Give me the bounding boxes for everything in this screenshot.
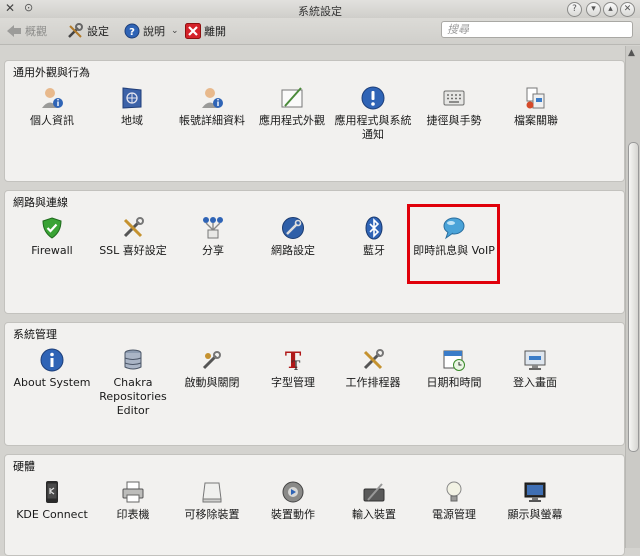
help-icon: ?: [124, 23, 140, 39]
info-icon: [40, 348, 64, 372]
monitor-icon: [524, 482, 546, 502]
input-device-icon: [363, 483, 385, 502]
startup-tools-icon: [202, 351, 221, 370]
module-about-system[interactable]: About System: [10, 348, 94, 390]
module-personal-info[interactable]: 個人資訊: [10, 86, 94, 128]
settings-button[interactable]: 設定: [66, 22, 109, 40]
module-date-time[interactable]: 日期和時間: [412, 348, 496, 390]
back-arrow-icon: [7, 25, 21, 37]
user-info-icon: [42, 88, 63, 108]
module-sharing[interactable]: 分享: [171, 216, 255, 258]
keyboard-icon: [443, 90, 465, 106]
scroll-up-icon[interactable]: ▲: [628, 48, 635, 58]
module-bluetooth[interactable]: 藍牙: [332, 216, 416, 258]
removable-drive-icon: [202, 482, 222, 503]
quit-icon: [185, 23, 201, 39]
title-bar: ✕ ⊙ 系統設定 ? ▾ ▴ ✕: [0, 0, 640, 18]
module-input-devices[interactable]: 輸入裝置: [332, 480, 416, 522]
module-network-settings[interactable]: 網路設定: [251, 216, 335, 258]
user-account-icon: [202, 88, 223, 108]
back-button[interactable]: 概觀: [6, 22, 47, 40]
notification-icon: [361, 86, 385, 110]
module-ssl[interactable]: SSL 喜好設定: [91, 216, 175, 258]
module-kde-connect[interactable]: KDE Connect: [10, 480, 94, 522]
file-association-icon: [526, 87, 545, 109]
flag-icon: [122, 87, 142, 109]
network-settings-icon: [282, 217, 304, 239]
ssl-tools-icon: [123, 217, 144, 238]
appearance-icon: [281, 87, 303, 108]
section-title: 系統管理: [13, 328, 57, 341]
module-shortcuts[interactable]: 捷徑與手勢: [412, 86, 496, 128]
section-title: 網路與連線: [13, 196, 68, 209]
svg-text:?: ?: [129, 27, 135, 38]
module-notifications[interactable]: 應用程式與系統通知: [331, 86, 415, 142]
module-font-management[interactable]: T T 字型管理: [251, 348, 335, 390]
device-actions-icon: [282, 481, 304, 503]
module-device-actions[interactable]: 裝置動作: [251, 480, 335, 522]
minimize-button[interactable]: ▾: [586, 2, 601, 17]
task-scheduler-icon: [363, 349, 384, 370]
module-file-associations[interactable]: 檔案關聯: [494, 86, 578, 128]
module-task-scheduler[interactable]: 工作排程器: [331, 348, 415, 390]
login-screen-icon: [524, 350, 546, 370]
section-title: 通用外觀與行為: [13, 66, 90, 79]
printer-icon: [122, 481, 144, 503]
network-share-icon: [203, 217, 223, 239]
bluetooth-icon: [365, 216, 383, 240]
vertical-scrollbar[interactable]: ▲: [625, 46, 640, 548]
search-input[interactable]: [441, 21, 633, 38]
module-startup-shutdown[interactable]: 啟動與關閉: [170, 348, 254, 390]
close-window-button[interactable]: ✕: [620, 2, 635, 17]
module-display-monitor[interactable]: 顯示與螢幕: [493, 480, 577, 522]
configure-tools-icon: [68, 23, 83, 38]
calendar-clock-icon: [443, 350, 465, 371]
module-region[interactable]: 地域: [90, 86, 174, 128]
module-chakra-repositories[interactable]: Chakra Repositories Editor: [91, 348, 175, 418]
maximize-button[interactable]: ▴: [603, 2, 618, 17]
section-title: 硬體: [13, 460, 35, 473]
module-app-appearance[interactable]: 應用程式外觀: [250, 86, 334, 128]
help-button[interactable]: ? 說明 ⌄: [124, 22, 179, 40]
font-icon: T T: [285, 348, 302, 372]
phone-icon: [46, 481, 58, 503]
module-account-details[interactable]: 帳號詳細資料: [170, 86, 254, 128]
help-window-button[interactable]: ?: [567, 2, 582, 17]
help-dropdown-icon[interactable]: ⌄: [171, 26, 179, 36]
quit-button[interactable]: 離開: [185, 22, 226, 40]
power-lightbulb-icon: [446, 481, 462, 502]
module-printers[interactable]: 印表機: [91, 480, 175, 522]
svg-text:T: T: [292, 359, 301, 372]
module-login-screen[interactable]: 登入畫面: [493, 348, 577, 390]
module-power-management[interactable]: 電源管理: [412, 480, 496, 522]
window-title: 系統設定: [298, 5, 342, 18]
module-removable-devices[interactable]: 可移除裝置: [170, 480, 254, 522]
database-icon: [124, 349, 142, 370]
highlight-box: [407, 204, 500, 284]
scrollbar-thumb[interactable]: [628, 142, 639, 452]
firewall-shield-icon: [42, 217, 62, 239]
module-firewall[interactable]: Firewall: [10, 216, 94, 258]
